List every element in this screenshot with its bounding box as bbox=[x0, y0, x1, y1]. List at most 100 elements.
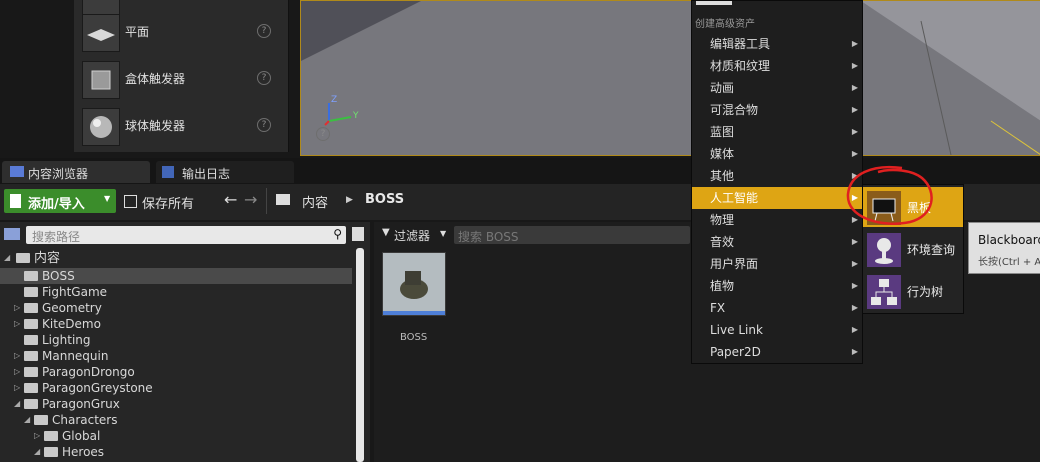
submenu-label: 环境查询 bbox=[907, 243, 956, 257]
chevron-down-icon: ▼ bbox=[104, 194, 111, 203]
axis-y-label: Y bbox=[353, 111, 359, 121]
submenu-arrow-icon: ▶ bbox=[851, 127, 858, 136]
folder-icon bbox=[24, 335, 38, 345]
tree-item[interactable]: ▷ Geometry bbox=[0, 300, 352, 316]
asset-search-input[interactable]: 搜索 BOSS bbox=[454, 226, 690, 244]
asset-tile-boss[interactable] bbox=[382, 252, 446, 316]
menu-item-animation[interactable]: 动画 ▶ bbox=[692, 77, 862, 99]
axis-z-label: Z bbox=[331, 95, 338, 105]
tree-item[interactable]: ◢ Characters bbox=[0, 412, 352, 428]
tree-item[interactable]: ▷ Mannequin bbox=[0, 348, 352, 364]
shape-label: 球体触发器 bbox=[125, 119, 186, 133]
back-arrow-icon[interactable]: ← bbox=[224, 190, 237, 209]
box-trigger-icon bbox=[82, 61, 120, 99]
filters-button[interactable]: ▼ 过滤器 ▼ bbox=[380, 226, 450, 244]
menu-item-blueprints[interactable]: 蓝图 ▶ bbox=[692, 121, 862, 143]
tree-item-label: Characters bbox=[52, 413, 118, 427]
tree-item[interactable]: ▷ Global bbox=[0, 428, 352, 444]
submenu-item-behavior-tree[interactable]: 行为树 bbox=[863, 271, 963, 311]
tree-item-label: FightGame bbox=[42, 285, 108, 299]
tree-item-label: BOSS bbox=[42, 269, 75, 283]
tab-output-log[interactable]: 输出日志 bbox=[156, 161, 294, 183]
expanded-arrow-icon: ◢ bbox=[24, 415, 31, 424]
menu-item-media[interactable]: 媒体 ▶ bbox=[692, 143, 862, 165]
menu-item-live-link[interactable]: Live Link ▶ bbox=[692, 319, 862, 341]
help-icon[interactable]: ? bbox=[316, 127, 330, 141]
save-all-button[interactable]: 保存所有 bbox=[122, 189, 212, 213]
tree-item-label: Lighting bbox=[42, 333, 91, 347]
menu-item-materials[interactable]: 材质和纹理 ▶ bbox=[692, 55, 862, 77]
menu-section-header: 创建高级资产 bbox=[695, 19, 755, 30]
output-log-icon bbox=[162, 166, 174, 178]
level-viewport[interactable]: Z Y ? bbox=[300, 0, 1040, 156]
tree-item[interactable]: ▷ ParagonGreystone bbox=[0, 380, 352, 396]
folder-icon bbox=[24, 303, 38, 313]
submenu-arrow-icon: ▶ bbox=[851, 105, 858, 114]
tree-item[interactable]: ▷ ParagonDrongo bbox=[0, 364, 352, 380]
chevron-down-icon: ▼ bbox=[440, 229, 447, 238]
sources-toggle-icon[interactable] bbox=[4, 228, 20, 240]
help-icon[interactable]: ? bbox=[257, 24, 271, 38]
breadcrumb-boss[interactable]: BOSS bbox=[365, 192, 404, 207]
breadcrumb-content[interactable]: 内容 bbox=[302, 192, 328, 211]
behavior-tree-icon bbox=[867, 275, 901, 309]
search-path-input[interactable]: 搜索路径 ⚲ bbox=[26, 226, 346, 244]
search-path-placeholder: 搜索路径 bbox=[32, 230, 81, 244]
menu-item-foliage[interactable]: 植物 ▶ bbox=[692, 275, 862, 297]
tree-item[interactable]: ◢ 内容 bbox=[0, 250, 352, 266]
folder-tree-panel: 搜索路径 ⚲ ◢ 内容 BOSS FightGame ▷ Geometry ▷ … bbox=[0, 222, 370, 462]
tab-content-browser[interactable]: 内容浏览器 bbox=[2, 161, 150, 183]
asset-search-placeholder: 搜索 BOSS bbox=[458, 230, 519, 244]
menu-item-artificial-intelligence[interactable]: 人工智能 ▶ bbox=[692, 187, 862, 209]
tree-item-label: Mannequin bbox=[42, 349, 109, 363]
tree-item-selected[interactable]: BOSS bbox=[0, 268, 352, 284]
save-all-label: 保存所有 bbox=[142, 197, 195, 212]
menu-item-user-interface[interactable]: 用户界面 ▶ bbox=[692, 253, 862, 275]
content-browser-icon bbox=[10, 166, 24, 177]
folder-icon bbox=[34, 415, 48, 425]
menu-item-sounds[interactable]: 音效 ▶ bbox=[692, 231, 862, 253]
menu-item-fx[interactable]: FX ▶ bbox=[692, 297, 862, 319]
folder-icon bbox=[16, 253, 30, 263]
menu-item-blendables[interactable]: 可混合物 ▶ bbox=[692, 99, 862, 121]
submenu-item-environment-query[interactable]: 环境查询 bbox=[863, 229, 963, 269]
breadcrumb-separator-icon: ▶ bbox=[346, 195, 353, 205]
expanded-arrow-icon: ◢ bbox=[4, 253, 11, 262]
filter-funnel-icon: ▼ bbox=[382, 227, 390, 238]
tree-item[interactable]: FightGame bbox=[0, 284, 352, 300]
viewport-scene bbox=[301, 1, 1040, 155]
folder-icon bbox=[24, 351, 38, 361]
tree-scrollbar[interactable] bbox=[356, 248, 364, 462]
asset-tooltip: Blackboard 长按(Ctrl + A bbox=[968, 222, 1040, 274]
tree-item-label: Heroes bbox=[62, 445, 105, 459]
new-file-icon bbox=[10, 194, 21, 208]
shape-row-sphere-trigger[interactable]: 球体触发器 ? bbox=[82, 106, 282, 146]
tree-item[interactable]: Lighting bbox=[0, 332, 352, 348]
forward-arrow-icon[interactable]: → bbox=[244, 190, 257, 209]
submenu-arrow-icon: ▶ bbox=[851, 347, 858, 356]
shape-row-plane[interactable]: 平面 ? bbox=[82, 12, 282, 52]
menu-item-physics[interactable]: 物理 ▶ bbox=[692, 209, 862, 231]
tree-item-label: Geometry bbox=[42, 301, 102, 315]
folder-icon bbox=[24, 399, 38, 409]
menu-item-paper2d[interactable]: Paper2D ▶ bbox=[692, 341, 862, 363]
submenu-arrow-icon: ▶ bbox=[851, 39, 858, 48]
menu-item-editor-tools[interactable]: 编辑器工具 ▶ bbox=[692, 33, 862, 55]
submenu-arrow-icon: ▶ bbox=[851, 281, 858, 290]
collapsed-arrow-icon: ▷ bbox=[14, 303, 21, 312]
place-actors-panel: 平面 ? 盒体触发器 ? 球体触发器 ? bbox=[74, 0, 360, 152]
tree-item[interactable]: ◢ ParagonGrux bbox=[0, 396, 352, 412]
tree-item[interactable]: ◢ Heroes bbox=[0, 444, 352, 460]
submenu-arrow-icon: ▶ bbox=[851, 259, 858, 268]
tree-item[interactable]: ▷ KiteDemo bbox=[0, 316, 352, 332]
shape-row-box-trigger[interactable]: 盒体触发器 ? bbox=[82, 59, 282, 99]
menu-item-misc[interactable]: 其他 ▶ bbox=[692, 165, 862, 187]
folder-icon bbox=[276, 194, 290, 205]
help-icon[interactable]: ? bbox=[257, 118, 271, 132]
tree-item-label: ParagonGrux bbox=[42, 397, 120, 411]
collapsed-arrow-icon: ▷ bbox=[14, 383, 21, 392]
path-view-options-icon[interactable] bbox=[352, 227, 364, 241]
help-icon[interactable]: ? bbox=[257, 71, 271, 85]
sphere-trigger-icon bbox=[82, 108, 120, 146]
add-import-button[interactable]: 添加/导入 ▼ bbox=[4, 189, 116, 213]
